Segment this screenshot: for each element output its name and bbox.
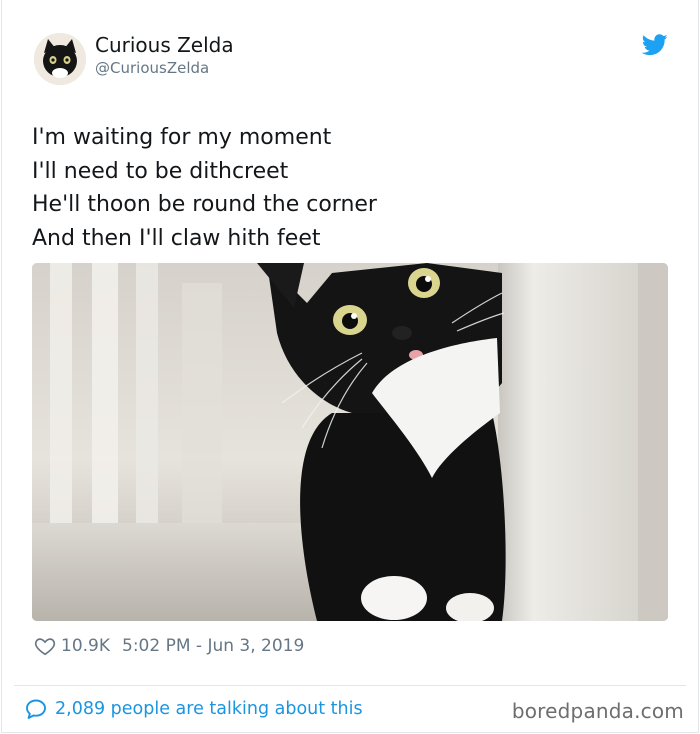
display-name[interactable]: Curious Zelda: [95, 33, 234, 57]
tweet-meta: 10.9K 5:02 PM - Jun 3, 2019: [34, 634, 304, 658]
tweet-timestamp[interactable]: 5:02 PM - Jun 3, 2019: [122, 636, 304, 656]
source-watermark: boredpanda.com: [511, 699, 684, 723]
heart-icon[interactable]: [34, 635, 56, 657]
cat-photo-illustration: [32, 263, 668, 621]
divider: [14, 685, 686, 686]
tweet-text: I'm waiting for my moment I'll need to b…: [32, 121, 672, 255]
avatar-cat-image: [34, 33, 86, 85]
avatar[interactable]: [34, 33, 86, 85]
user-handle[interactable]: @CuriousZelda: [95, 59, 209, 77]
twitter-bird-icon[interactable]: [641, 34, 668, 56]
conversation-link[interactable]: 2,089 people are talking about this: [24, 697, 363, 721]
speech-bubble-icon: [24, 697, 48, 721]
like-count[interactable]: 10.9K: [61, 636, 110, 656]
tweet-line: I'm waiting for my moment: [32, 125, 332, 150]
tweet-card: Curious Zelda @CuriousZelda I'm waiting …: [0, 0, 700, 734]
tweet-line: He'll thoon be round the corner: [32, 192, 377, 217]
conversation-label: 2,089 people are talking about this: [55, 699, 363, 719]
tweet-photo[interactable]: [32, 263, 668, 621]
tweet-line: And then I'll claw hith feet: [32, 225, 321, 251]
tweet-line: I'll need to be dithcreet: [32, 158, 289, 184]
